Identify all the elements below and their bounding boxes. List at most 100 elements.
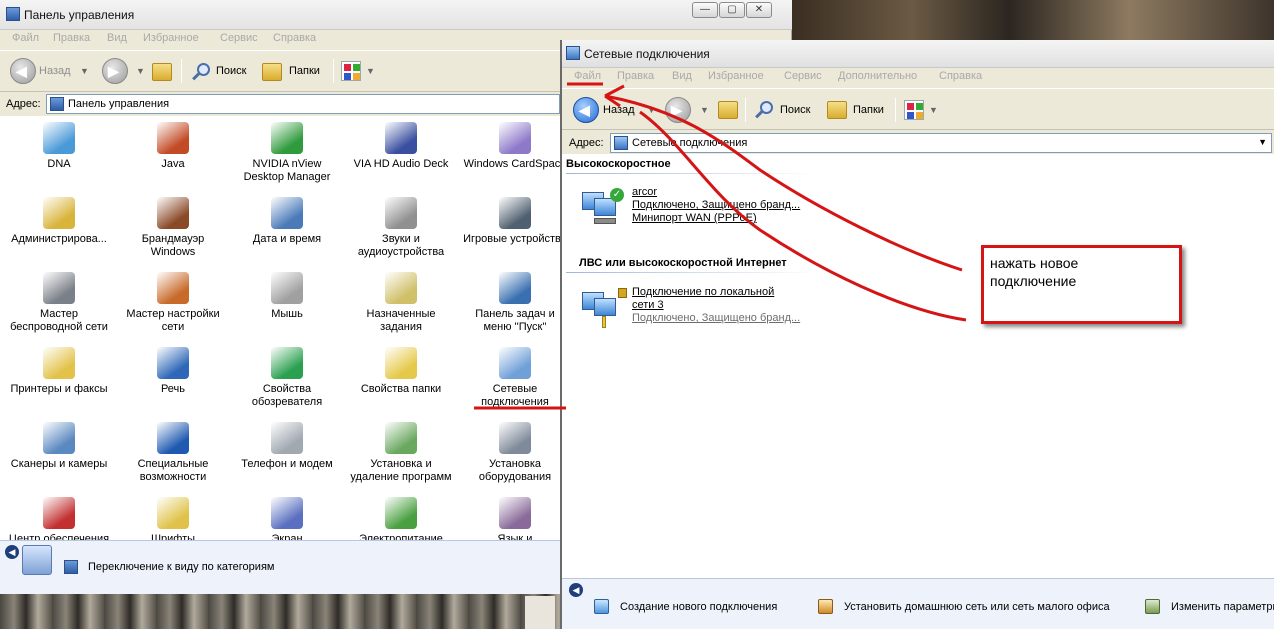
close-button[interactable]: ✕ [746, 2, 772, 18]
control-panel-item[interactable]: Установка оборудования [458, 418, 560, 490]
control-panel-item[interactable]: Принтеры и факсы [2, 343, 116, 415]
back-button[interactable]: ◀ [573, 97, 599, 123]
connection-local-area[interactable]: Подключение по локальной сети 3 Подключе… [580, 286, 820, 330]
control-panel-item[interactable]: Речь [116, 343, 230, 415]
network-titlebar[interactable]: Сетевые подключения [562, 40, 1274, 68]
control-panel-item[interactable]: Назначенные задания [344, 268, 458, 340]
task-change-settings[interactable]: Изменить параметры [1145, 599, 1274, 615]
control-panel-item[interactable]: Центр обеспечения [2, 493, 116, 540]
views-icon[interactable] [904, 100, 924, 120]
security-center-icon [43, 497, 75, 529]
via-audio-icon [385, 122, 417, 154]
connection-name-continued: сети 3 [632, 299, 664, 311]
control-panel-item[interactable]: Звуки и аудиоустройства [344, 193, 458, 265]
maximize-button[interactable]: ▢ [719, 2, 745, 18]
address-field[interactable]: Панель управления [46, 94, 560, 114]
control-panel-icon [6, 7, 20, 21]
folders-icon[interactable] [262, 63, 282, 81]
network-connections-list: Высокоскоростное ✓ arcor Подключено, Защ… [562, 154, 1274, 578]
dna-icon [43, 122, 75, 154]
toolbar-separator [745, 98, 746, 122]
folder-options-icon [385, 347, 417, 379]
up-folder-icon[interactable] [718, 101, 738, 119]
menu-help[interactable]: Справка [939, 70, 982, 82]
search-icon[interactable] [192, 63, 210, 81]
switch-to-category-view-link[interactable]: Переключение к виду по категориям [88, 561, 274, 573]
address-field[interactable]: Сетевые подключения ▼ [610, 133, 1272, 153]
control-panel-item[interactable]: NVIDIA nView Desktop Manager [230, 118, 344, 190]
control-panel-item-label: Специальные возможности [137, 458, 209, 483]
collapse-icon[interactable]: ◀ [569, 583, 583, 597]
control-panel-item[interactable]: Java [116, 118, 230, 190]
menu-help[interactable]: Справка [273, 32, 316, 44]
connection-status: Подключено, Защищено бранд... [632, 199, 801, 211]
forward-dropdown-icon[interactable]: ▼ [136, 66, 145, 76]
back-button[interactable]: ◀ [10, 58, 36, 84]
search-button[interactable]: Поиск [780, 104, 810, 116]
search-button[interactable]: Поиск [216, 65, 246, 77]
control-panel-item[interactable]: Брандмауэр Windows [116, 193, 230, 265]
task-home-network[interactable]: Установить домашнюю сеть или сеть малого… [818, 599, 1118, 615]
control-panel-item[interactable]: Мышь [230, 268, 344, 340]
menu-file[interactable]: Файл [574, 70, 601, 82]
menu-favorites[interactable]: Избранное [143, 32, 199, 44]
control-panel-item[interactable]: Специальные возможности [116, 418, 230, 490]
address-dropdown-icon[interactable]: ▼ [1258, 137, 1267, 147]
control-panel-item[interactable]: Windows CardSpace [458, 118, 560, 190]
control-panel-item[interactable]: Администрирова... [2, 193, 116, 265]
network-tasks-pane: ◀ Создание нового подключения Установить… [562, 578, 1274, 629]
folders-icon[interactable] [827, 101, 847, 119]
menu-tools[interactable]: Сервис [220, 32, 258, 44]
control-panel-item[interactable]: VIA HD Audio Deck [344, 118, 458, 190]
control-panel-item[interactable]: Панель задач и меню ''Пуск'' [458, 268, 560, 340]
control-panel-item[interactable]: Установка и удаление программ [344, 418, 458, 490]
menu-file[interactable]: Файл [12, 32, 39, 44]
back-label[interactable]: Назад [603, 104, 635, 116]
control-panel-item[interactable]: Сетевые подключения [458, 343, 560, 415]
forward-button[interactable]: ▶ [102, 58, 128, 84]
folders-button[interactable]: Папки [289, 65, 320, 77]
up-folder-icon[interactable] [152, 63, 172, 81]
desktop-background-sign [525, 596, 555, 629]
control-panel-item[interactable]: Свойства папки [344, 343, 458, 415]
menu-view[interactable]: Вид [107, 32, 127, 44]
folders-button[interactable]: Папки [853, 104, 884, 116]
minimize-button[interactable]: — [692, 2, 718, 18]
control-panel-item[interactable]: Электропитание [344, 493, 458, 540]
menu-advanced[interactable]: Дополнительно [838, 70, 917, 82]
menu-favorites[interactable]: Избранное [708, 70, 764, 82]
menu-edit[interactable]: Правка [53, 32, 90, 44]
menu-tools[interactable]: Сервис [784, 70, 822, 82]
control-panel-item[interactable]: Дата и время [230, 193, 344, 265]
annotation-text: нажать новое подключение [990, 255, 1079, 289]
accessibility-icon [157, 422, 189, 454]
control-panel-item[interactable]: Шрифты [116, 493, 230, 540]
control-panel-item[interactable]: Мастер беспроводной сети [2, 268, 116, 340]
power-icon [385, 497, 417, 529]
control-panel-item[interactable]: Свойства обозревателя [230, 343, 344, 415]
menu-view[interactable]: Вид [672, 70, 692, 82]
connection-arcor[interactable]: ✓ arcor Подключено, Защищено бранд... Ми… [580, 186, 820, 230]
collapse-icon[interactable]: ◀ [5, 545, 19, 559]
control-panel-item[interactable]: DNA [2, 118, 116, 190]
task-create-new-connection[interactable]: Создание нового подключения [594, 599, 794, 615]
control-panel-titlebar[interactable]: Панель управления — ▢ ✕ [0, 0, 792, 30]
search-icon[interactable] [755, 101, 773, 119]
control-panel-menubar: Файл Правка Вид Избранное Сервис Справка [0, 30, 560, 48]
views-dropdown-icon[interactable]: ▼ [929, 105, 938, 115]
back-dropdown-icon[interactable]: ▼ [647, 105, 656, 115]
control-panel-item-label: Шрифты [150, 533, 196, 540]
control-panel-item[interactable]: Язык и [458, 493, 560, 540]
control-panel-item[interactable]: Телефон и модем [230, 418, 344, 490]
control-panel-item[interactable]: Экран [230, 493, 344, 540]
forward-button[interactable]: ▶ [665, 97, 691, 123]
back-dropdown-icon[interactable]: ▼ [80, 66, 89, 76]
control-panel-item-label: Свойства обозревателя [251, 383, 323, 408]
control-panel-item[interactable]: Сканеры и камеры [2, 418, 116, 490]
control-panel-item[interactable]: Игровые устройства [458, 193, 560, 265]
views-icon[interactable] [341, 61, 361, 81]
control-panel-item[interactable]: Мастер настройки сети [116, 268, 230, 340]
forward-dropdown-icon[interactable]: ▼ [700, 105, 709, 115]
views-dropdown-icon[interactable]: ▼ [366, 66, 375, 76]
menu-edit[interactable]: Правка [617, 70, 654, 82]
